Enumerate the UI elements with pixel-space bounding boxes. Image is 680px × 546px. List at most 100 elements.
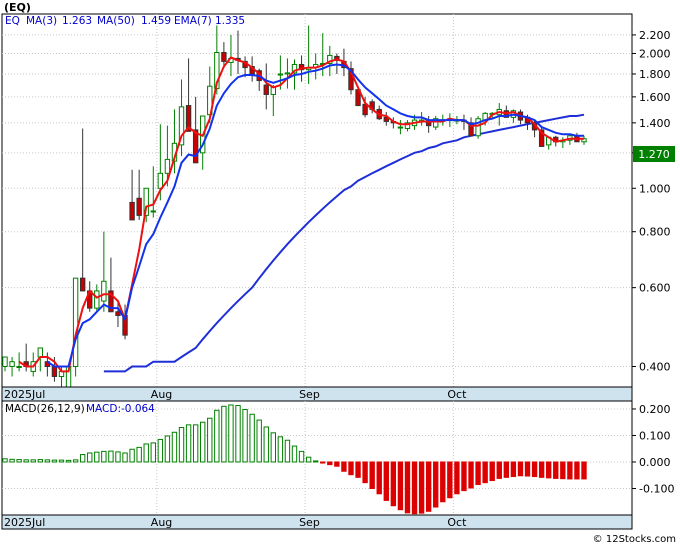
macd-bar	[228, 404, 234, 463]
macd-bar	[185, 424, 192, 463]
legend-ema7-value: 1.335	[215, 15, 245, 27]
macd-bar	[101, 450, 107, 463]
macd-bar	[9, 458, 15, 463]
macd-bar	[305, 456, 312, 463]
legend-ma50-label: MA(50)	[97, 15, 135, 27]
date-label: 2025Jul	[4, 388, 45, 401]
macd-ytick-label: 0.000	[639, 456, 671, 469]
price-ytick-label: 2.200	[639, 29, 671, 42]
macd-bar	[136, 446, 142, 463]
candle-body	[284, 72, 291, 75]
macd-bar	[369, 461, 375, 489]
symbol-title: (EQ)	[4, 1, 31, 14]
macd-legend-value: MACD:-0.064	[86, 403, 155, 415]
macd-bar	[284, 439, 291, 463]
macd-bar	[242, 408, 248, 463]
macd-bar	[546, 461, 552, 479]
macd-bar	[567, 461, 573, 480]
candle-body	[157, 172, 164, 189]
price-ytick-label: 0.600	[639, 282, 671, 295]
macd-bar	[334, 461, 340, 467]
macd-bar	[157, 438, 164, 463]
candle-body	[2, 356, 8, 368]
price-ytick-label: 1.400	[639, 117, 671, 130]
macd-bar	[30, 459, 36, 463]
candle-body	[79, 277, 86, 292]
macd-bar	[51, 459, 58, 463]
stock-chart: 2.2002.0001.8001.6001.4001.2001.0000.800…	[1, 1, 676, 545]
candle-body	[72, 277, 79, 368]
candle-body	[397, 126, 404, 129]
macd-bar	[320, 461, 326, 464]
candle-body	[129, 201, 135, 221]
macd-bar	[115, 451, 121, 463]
macd-bar	[16, 459, 22, 463]
macd-bar	[425, 461, 432, 512]
candle	[475, 116, 481, 139]
macd-bar	[23, 459, 29, 463]
macd-bar	[524, 461, 531, 477]
macd-bar	[454, 461, 460, 495]
macd-bar	[235, 405, 241, 463]
macd-bar	[221, 405, 227, 463]
macd-bar	[79, 454, 86, 463]
date-label: Sep	[299, 388, 320, 401]
macd-bar	[143, 443, 149, 463]
macd-bar	[440, 461, 446, 503]
macd-bar	[298, 450, 305, 463]
date-label: Aug	[151, 388, 172, 401]
macd-bar	[2, 458, 8, 463]
macd-bar	[249, 413, 255, 463]
price-ytick-label: 1.800	[639, 68, 671, 81]
macd-y-axis: 0.200 0.100 0.000 -0.100	[632, 403, 674, 495]
macd-bar	[94, 451, 100, 463]
macd-bar	[178, 427, 185, 463]
macd-bar	[383, 461, 389, 501]
macd-bar	[411, 461, 418, 515]
date-label: Sep	[299, 516, 320, 529]
macd-bar	[291, 445, 298, 463]
macd-bar	[122, 452, 128, 463]
candle-body	[277, 73, 284, 76]
macd-bar	[496, 461, 502, 479]
macd-ytick-label: -0.100	[639, 482, 674, 495]
macd-bar	[397, 461, 404, 511]
candle-body	[164, 158, 171, 174]
macd-bar	[192, 424, 199, 463]
macd-bar	[327, 461, 333, 466]
candle-body	[263, 84, 269, 95]
date-label: 2025Jul	[4, 516, 45, 529]
macd-bar	[538, 461, 545, 478]
candle-body	[9, 361, 15, 368]
macd-bar	[65, 459, 72, 463]
macd-bar	[517, 461, 524, 477]
macd-bar	[72, 459, 79, 463]
macd-bar	[58, 459, 65, 463]
macd-bar	[376, 461, 382, 495]
candle-body	[136, 197, 142, 216]
legend-ma50-value: 1.459	[141, 15, 171, 27]
date-label: Oct	[447, 388, 467, 401]
candle-body	[51, 366, 58, 377]
candle-body	[16, 366, 22, 369]
macd-bar	[263, 426, 269, 463]
price-y-axis: 2.2002.0001.8001.6001.4001.2001.0000.800…	[632, 29, 671, 374]
macd-bar	[164, 435, 171, 463]
macd-bar	[560, 461, 566, 480]
legend-ma3-value: 1.263	[62, 15, 92, 27]
macd-bar	[37, 459, 43, 463]
macd-bar	[482, 461, 488, 484]
macd-legend-label: MACD(26,12,9)	[5, 403, 85, 415]
macd-bar	[418, 461, 425, 514]
macd-bar	[404, 461, 411, 514]
candle-body	[192, 129, 199, 164]
price-ytick-label: 1.000	[639, 182, 671, 195]
candle-body	[150, 210, 156, 213]
macd-bar	[510, 461, 517, 478]
macd-bar	[531, 461, 538, 478]
macd-bar	[44, 459, 51, 463]
macd-bar	[390, 461, 397, 507]
macd-bar	[341, 461, 347, 472]
price-ytick-label: 0.400	[639, 361, 671, 374]
date-label: Aug	[151, 516, 172, 529]
